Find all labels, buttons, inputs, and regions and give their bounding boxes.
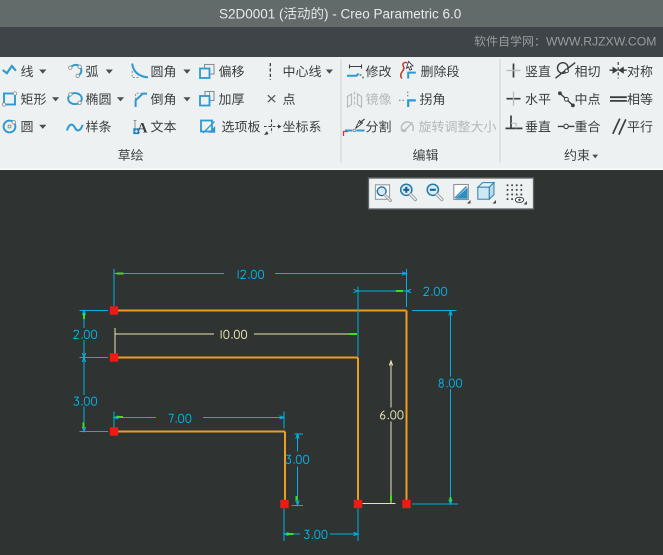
svg-text:WWW.RJZXW.COM: WWW.RJZXW.COM xyxy=(546,35,656,49)
svg-text:) - Creo Parametric 6.0: ) - Creo Parametric 6.0 xyxy=(324,6,461,21)
svg-text:S2D0001 (: S2D0001 ( xyxy=(219,6,284,21)
